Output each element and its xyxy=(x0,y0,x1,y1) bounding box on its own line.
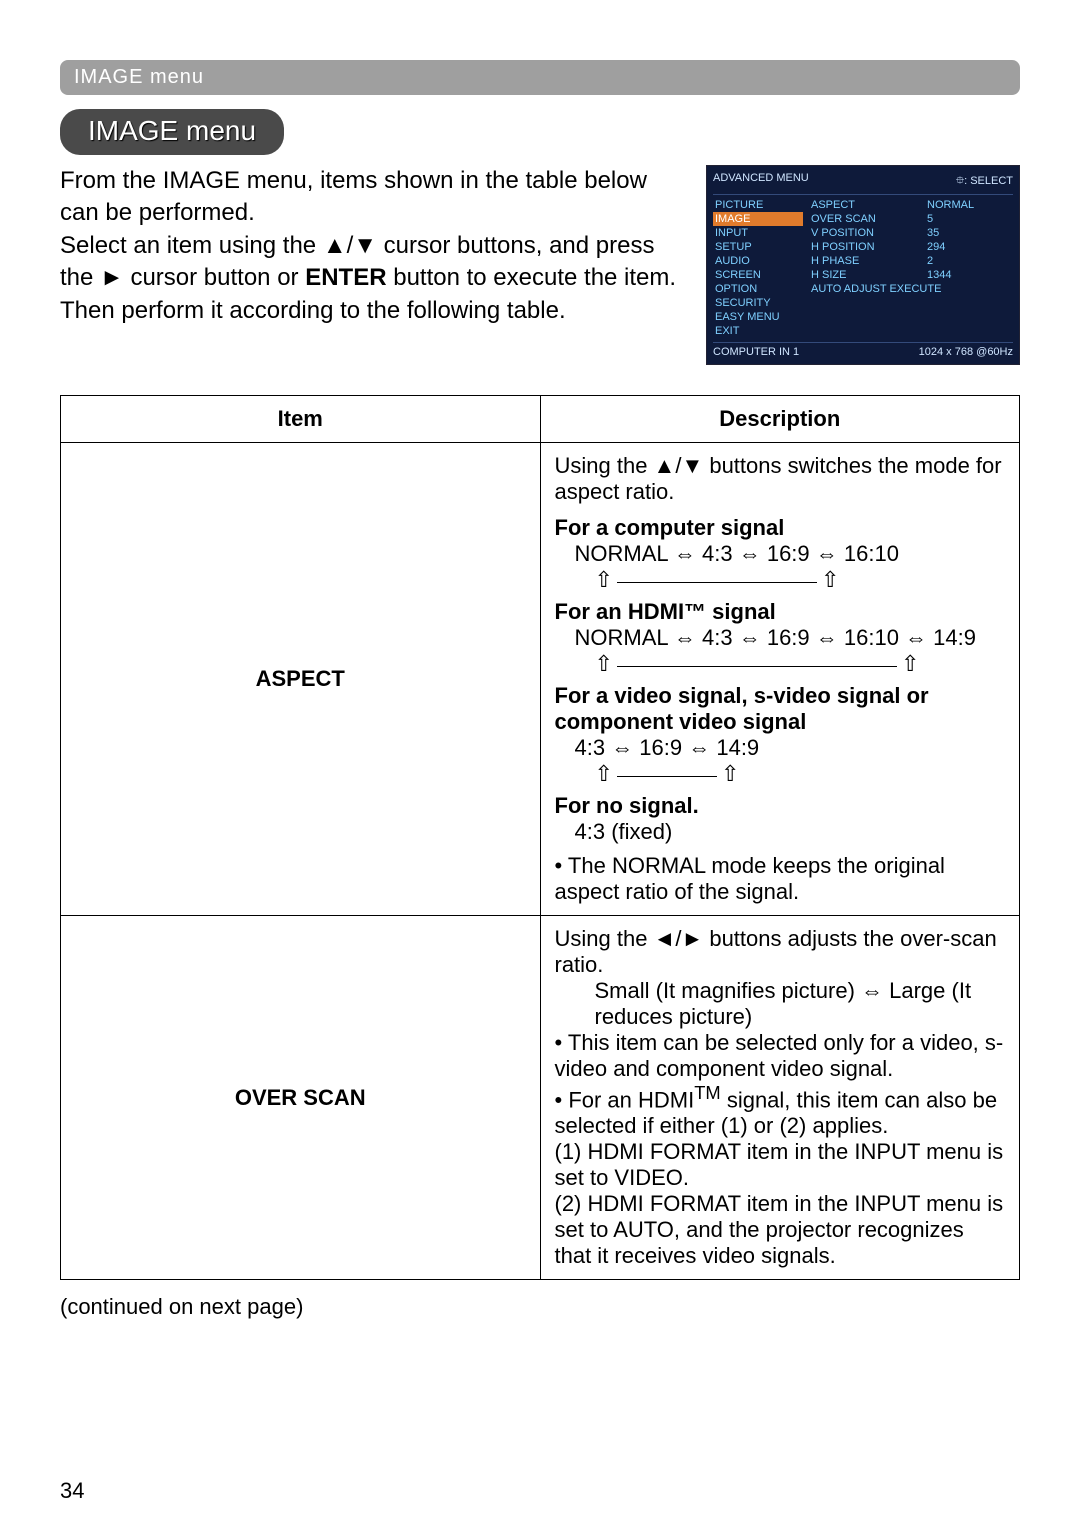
continued-note: (continued on next page) xyxy=(60,1294,1020,1320)
loop-arrow-icon: ⇧ xyxy=(595,761,613,787)
osd-left-item: SCREEN xyxy=(713,268,803,282)
osd-right-item xyxy=(925,282,1013,284)
osd-right-item: 294 xyxy=(925,240,1013,254)
loop-line xyxy=(617,666,897,667)
th-item: Item xyxy=(61,396,541,443)
osd-right-item: 2 xyxy=(925,254,1013,268)
intro-p1: From the IMAGE menu, items shown in the … xyxy=(60,167,647,226)
osd-right-item: 1344 xyxy=(925,268,1013,282)
osd-mid-item: OVER SCAN xyxy=(809,212,919,226)
osd-mid-item: V POSITION xyxy=(809,226,919,240)
osd-left-item: OPTION xyxy=(713,282,803,296)
osd-right-item: 35 xyxy=(925,226,1013,240)
osd-left-item: EXIT xyxy=(713,324,803,338)
loop-arrow-icon: ⇧ xyxy=(721,761,739,787)
loop-arrow-icon: ⇧ xyxy=(821,567,839,593)
osd-mid-item: H POSITION xyxy=(809,240,919,254)
osd-right-item: 5 xyxy=(925,212,1013,226)
osd-mid-item: AUTO ADJUST EXECUTE xyxy=(809,282,919,296)
overscan-l1: Using the ◄/► buttons adjusts the over-s… xyxy=(555,926,1006,978)
cell-aspect-label: ASPECT xyxy=(61,443,541,916)
osd-bottom-left: COMPUTER IN 1 xyxy=(713,346,799,358)
loop-arrow-icon: ⇧ xyxy=(595,651,613,677)
section-title-pill: IMAGE menu xyxy=(60,109,284,155)
cell-aspect-desc: Using the ▲/▼ buttons switches the mode … xyxy=(540,443,1020,916)
aspect-v-head: For a video signal, s-video signal or co… xyxy=(555,683,929,734)
aspect-h-head: For an HDMI™ signal xyxy=(555,599,776,624)
aspect-v-line: 4:3 ⇔ 16:9 ⇔ 14:9 xyxy=(555,735,1006,761)
osd-right-col: NORMAL 5 35 294 2 1344 xyxy=(925,198,1013,338)
osd-left-item: PICTURE xyxy=(713,198,803,212)
osd-top-left: ADVANCED MENU xyxy=(713,172,809,191)
loop-line xyxy=(617,776,717,777)
osd-screenshot: ADVANCED MENU ⯐: SELECT PICTURE IMAGE IN… xyxy=(706,165,1020,365)
overscan-l6: (2) HDMI FORMAT item in the INPUT menu i… xyxy=(555,1191,1006,1269)
osd-left-item: AUDIO xyxy=(713,254,803,268)
enter-bold: ENTER xyxy=(305,264,386,291)
overscan-l5: (1) HDMI FORMAT item in the INPUT menu i… xyxy=(555,1139,1006,1191)
overscan-l4a: • For an HDMI xyxy=(555,1087,695,1112)
aspect-line1: Using the ▲/▼ buttons switches the mode … xyxy=(555,453,1006,505)
th-desc: Description xyxy=(540,396,1020,443)
osd-left-item: SETUP xyxy=(713,240,803,254)
cell-overscan-label: OVER SCAN xyxy=(61,916,541,1280)
osd-mid-col: ASPECT OVER SCAN V POSITION H POSITION H… xyxy=(809,198,919,338)
osd-top-right: ⯐: SELECT xyxy=(956,172,1013,191)
osd-left-col: PICTURE IMAGE INPUT SETUP AUDIO SCREEN O… xyxy=(713,198,803,338)
main-table: Item Description ASPECT Using the ▲/▼ bu… xyxy=(60,395,1020,1280)
tm-superscript: TM xyxy=(694,1082,720,1103)
osd-mid-item: H SIZE xyxy=(809,268,919,282)
intro-text: From the IMAGE menu, items shown in the … xyxy=(60,165,688,327)
loop-arrow-icon: ⇧ xyxy=(901,651,919,677)
osd-left-item: SECURITY xyxy=(713,296,803,310)
osd-right-item: NORMAL xyxy=(925,198,1013,212)
loop-line xyxy=(617,582,817,583)
aspect-h-line: NORMAL ⇔ 4:3 ⇔ 16:9 ⇔ 16:10 ⇔ 14:9 xyxy=(555,625,1006,651)
osd-mid-item: ASPECT xyxy=(809,198,919,212)
overscan-l4: • For an HDMITM signal, this item can al… xyxy=(555,1082,1006,1139)
page-number: 34 xyxy=(60,1478,84,1504)
osd-bottom-right: 1024 x 768 @60Hz xyxy=(919,346,1013,358)
osd-mid-item: H PHASE xyxy=(809,254,919,268)
overscan-l3: • This item can be selected only for a v… xyxy=(555,1030,1006,1082)
overscan-l2: Small (It magnifies picture) ⇔ Large (It… xyxy=(555,978,1006,1030)
aspect-c-head: For a computer signal xyxy=(555,515,785,540)
section-header-bar: IMAGE menu xyxy=(60,60,1020,95)
cell-overscan-desc: Using the ◄/► buttons adjusts the over-s… xyxy=(540,916,1020,1280)
aspect-n-line: 4:3 (fixed) xyxy=(555,819,1006,845)
aspect-note: • The NORMAL mode keeps the original asp… xyxy=(555,853,1006,905)
osd-left-item: INPUT xyxy=(713,226,803,240)
osd-left-item-selected: IMAGE xyxy=(713,212,803,226)
aspect-n-head: For no signal. xyxy=(555,793,699,818)
osd-left-item: EASY MENU xyxy=(713,310,803,324)
loop-arrow-icon: ⇧ xyxy=(595,567,613,593)
aspect-c-line: NORMAL ⇔ 4:3 ⇔ 16:9 ⇔ 16:10 xyxy=(555,541,1006,567)
